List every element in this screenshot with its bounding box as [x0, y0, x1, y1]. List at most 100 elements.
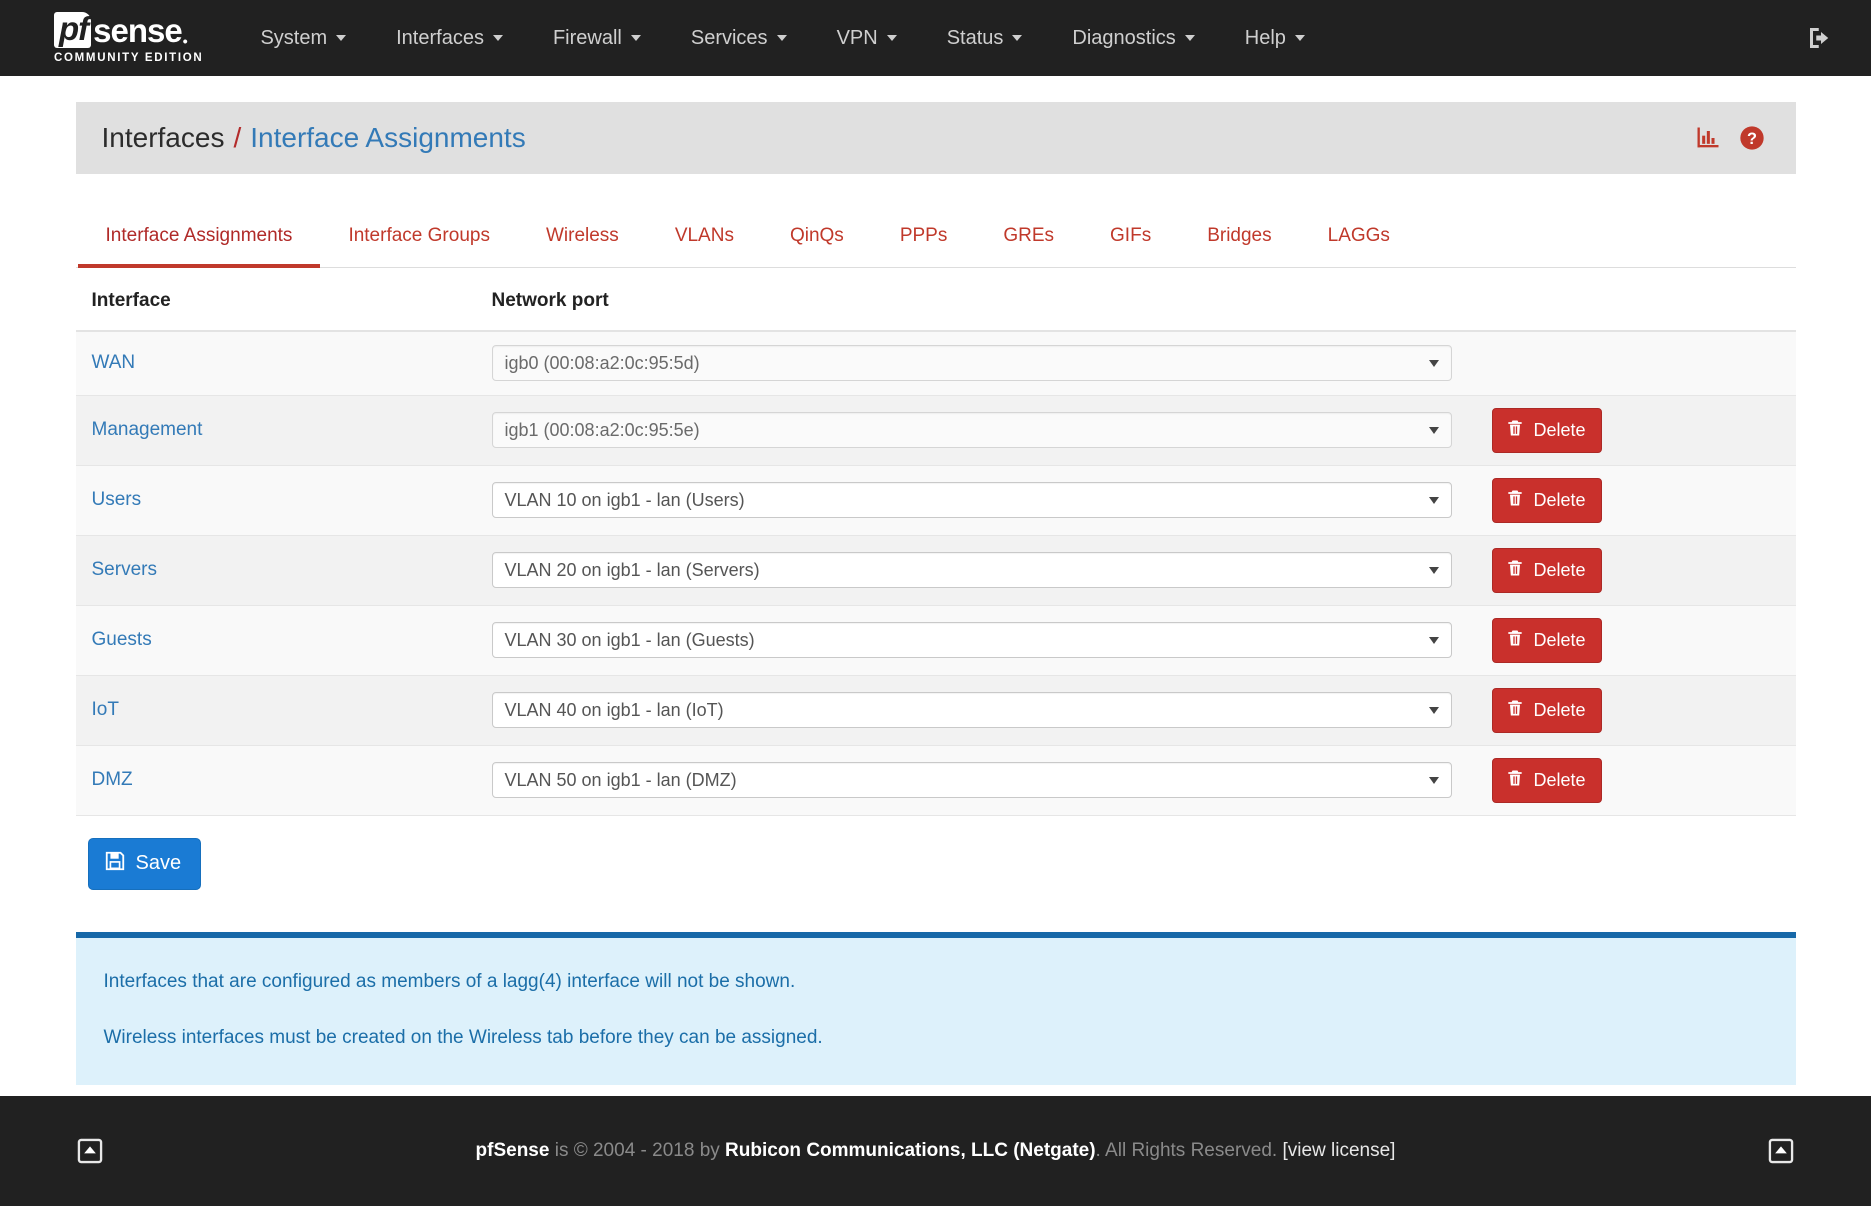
tab-wireless[interactable]: Wireless	[518, 209, 647, 268]
nav-item-services[interactable]: Services	[666, 0, 812, 76]
interface-link-management[interactable]: Management	[92, 419, 203, 440]
network-port-value: igb0 (00:08:a2:0c:95:5d)	[504, 352, 700, 373]
cell-network-port: VLAN 30 on igb1 - lan (Guests)	[475, 605, 1476, 676]
interface-link-users[interactable]: Users	[92, 489, 142, 510]
cell-interface: WAN	[75, 331, 476, 396]
cell-interface: Management	[75, 395, 476, 466]
view-license-link[interactable]: [view license]	[1282, 1140, 1395, 1161]
save-label: Save	[135, 852, 182, 874]
cell-network-port: VLAN 50 on igb1 - lan (DMZ)	[475, 745, 1476, 816]
chevron-down-icon	[1428, 776, 1439, 784]
cell-actions	[1475, 331, 1796, 396]
tab-interface-groups[interactable]: Interface Groups	[320, 209, 518, 268]
logout-icon[interactable]	[1805, 23, 1835, 53]
nav-item-status[interactable]: Status	[922, 0, 1048, 76]
cell-network-port: VLAN 40 on igb1 - lan (IoT)	[475, 675, 1476, 746]
nav-label-firewall: Firewall	[552, 26, 622, 49]
delete-button-servers[interactable]: Delete	[1491, 547, 1602, 593]
delete-button-guests[interactable]: Delete	[1491, 617, 1602, 663]
chevron-down-icon	[886, 35, 897, 41]
nav-label-system: System	[260, 26, 328, 49]
network-port-value: VLAN 30 on igb1 - lan (Guests)	[504, 629, 755, 650]
delete-label: Delete	[1533, 489, 1586, 510]
nav-label-help: Help	[1244, 26, 1286, 49]
tab-ppps[interactable]: PPPs	[872, 209, 976, 268]
interface-link-servers[interactable]: Servers	[92, 559, 157, 580]
network-port-select-guests[interactable]: VLAN 30 on igb1 - lan (Guests)	[491, 622, 1452, 658]
svg-text:?: ?	[1747, 130, 1757, 148]
tab-label: Wireless	[545, 225, 619, 246]
delete-button-dmz[interactable]: Delete	[1491, 757, 1602, 803]
interface-link-iot[interactable]: IoT	[92, 699, 119, 720]
cell-interface: Users	[75, 465, 476, 536]
column-header-interface: Interface	[75, 290, 476, 332]
tab-bridges[interactable]: Bridges	[1179, 209, 1299, 268]
delete-button-management[interactable]: Delete	[1491, 407, 1602, 453]
help-icon[interactable]: ?	[1738, 124, 1766, 152]
table-row: WAN igb0 (00:08:a2:0c:95:5d)	[75, 331, 1796, 396]
network-port-value: igb1 (00:08:a2:0c:95:5e)	[504, 419, 700, 440]
interface-link-guests[interactable]: Guests	[92, 629, 152, 650]
network-port-select-dmz[interactable]: VLAN 50 on igb1 - lan (DMZ)	[491, 762, 1452, 798]
nav-item-help[interactable]: Help	[1220, 0, 1330, 76]
info-panel: Interfaces that are configured as member…	[75, 931, 1796, 1085]
page-header: Interfaces / Interface Assignments ?	[75, 102, 1796, 174]
table-row: Management igb1 (00:08:a2:0c:95:5e) Dele…	[75, 395, 1796, 466]
table-row: Servers VLAN 20 on igb1 - lan (Servers)	[75, 535, 1796, 606]
network-port-select-iot[interactable]: VLAN 40 on igb1 - lan (IoT)	[491, 692, 1452, 728]
chevron-down-icon	[1428, 566, 1439, 574]
trash-icon	[1505, 768, 1525, 793]
chevron-down-icon	[776, 35, 787, 41]
network-port-value: VLAN 10 on igb1 - lan (Users)	[504, 489, 745, 510]
cell-interface: Guests	[75, 605, 476, 676]
nav-item-interfaces[interactable]: Interfaces	[371, 0, 528, 76]
brand-pf-mark: pf	[54, 12, 92, 48]
chevron-down-icon	[1012, 35, 1023, 41]
delete-button-iot[interactable]: Delete	[1491, 687, 1602, 733]
table-row: IoT VLAN 40 on igb1 - lan (IoT) Delete	[75, 675, 1796, 746]
nav-item-system[interactable]: System	[235, 0, 371, 76]
network-port-select-servers[interactable]: VLAN 20 on igb1 - lan (Servers)	[491, 552, 1452, 588]
info-line-lagg: Interfaces that are configured as member…	[103, 970, 796, 992]
tab-interface-assignments[interactable]: Interface Assignments	[77, 209, 321, 268]
footer-copy-text: is © 2004 - 2018 by	[549, 1140, 726, 1161]
tab-gifs[interactable]: GIFs	[1082, 209, 1179, 268]
nav-label-diagnostics: Diagnostics	[1072, 26, 1176, 49]
main-menu: System Interfaces Firewall Services VPN …	[235, 0, 1329, 76]
tab-label: QinQs	[789, 225, 844, 246]
cell-interface: Servers	[75, 535, 476, 606]
network-port-select-users[interactable]: VLAN 10 on igb1 - lan (Users)	[491, 482, 1452, 518]
tab-laggs[interactable]: LAGGs	[1300, 209, 1418, 268]
table-body: WAN igb0 (00:08:a2:0c:95:5d) Management	[75, 331, 1796, 816]
tab-qinqs[interactable]: QinQs	[762, 209, 872, 268]
nav-item-firewall[interactable]: Firewall	[528, 0, 666, 76]
save-disk-icon	[104, 850, 126, 878]
nav-item-diagnostics[interactable]: Diagnostics	[1047, 0, 1219, 76]
cell-actions: Delete	[1475, 395, 1796, 466]
save-button[interactable]: Save	[87, 837, 202, 890]
column-header-actions	[1475, 290, 1796, 332]
page-body: Interfaces / Interface Assignments ? Int…	[0, 76, 1871, 1085]
network-port-select-management[interactable]: igb1 (00:08:a2:0c:95:5e)	[491, 412, 1452, 448]
content-container: Interfaces / Interface Assignments ? Int…	[75, 76, 1796, 1085]
status-monitoring-icon[interactable]	[1694, 124, 1722, 152]
interface-link-wan[interactable]: WAN	[92, 352, 136, 373]
tab-gres[interactable]: GREs	[975, 209, 1082, 268]
cell-interface: IoT	[75, 675, 476, 746]
tab-vlans[interactable]: VLANs	[647, 209, 762, 268]
cell-actions: Delete	[1475, 605, 1796, 676]
interface-link-dmz[interactable]: DMZ	[92, 769, 133, 790]
tab-label: Bridges	[1207, 225, 1272, 246]
scroll-to-top-left-icon[interactable]	[76, 1137, 104, 1165]
pfsense-logo[interactable]: pf sense • COMMUNITY EDITION	[54, 12, 203, 64]
network-port-select-wan[interactable]: igb0 (00:08:a2:0c:95:5d)	[491, 345, 1452, 382]
scroll-to-top-right-icon[interactable]	[1767, 1137, 1795, 1165]
chevron-down-icon	[1428, 359, 1439, 367]
table-row: DMZ VLAN 50 on igb1 - lan (DMZ) Delete	[75, 745, 1796, 816]
delete-label: Delete	[1533, 769, 1586, 790]
nav-item-vpn[interactable]: VPN	[812, 0, 922, 76]
tab-label: Interface Groups	[348, 225, 490, 246]
delete-button-users[interactable]: Delete	[1491, 477, 1602, 523]
breadcrumb-root[interactable]: Interfaces	[102, 122, 225, 154]
chevron-down-icon	[492, 35, 503, 41]
